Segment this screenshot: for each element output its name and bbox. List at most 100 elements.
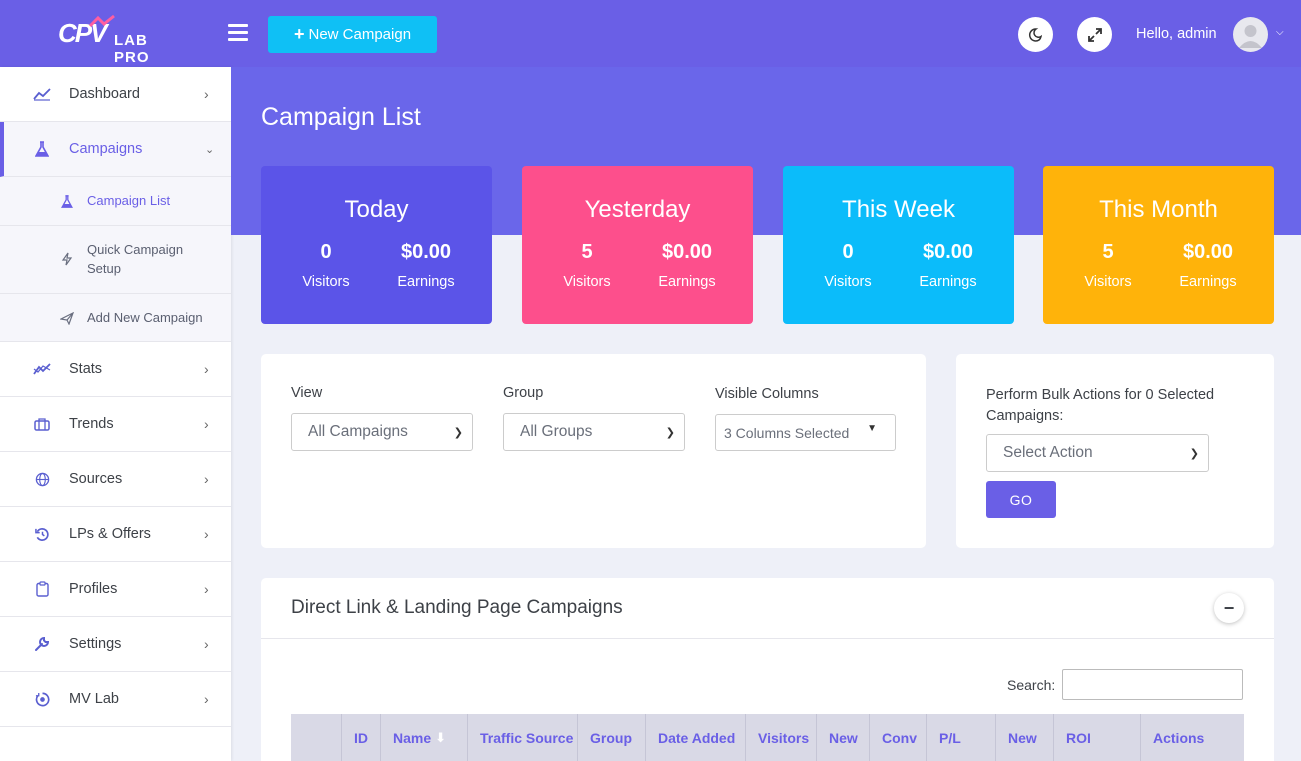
view-select[interactable]: All Campaigns ❯	[291, 413, 473, 451]
menu-icon[interactable]	[228, 24, 248, 42]
chevron-down-icon[interactable]: ⌵	[1276, 27, 1284, 38]
stat-earnings-value: $0.00	[400, 241, 452, 263]
sidebar-item-label: Campaigns	[69, 141, 143, 157]
stat-earnings-label: Earnings	[1179, 274, 1237, 290]
column-header-select[interactable]	[291, 714, 342, 761]
group-select[interactable]: All Groups ❯	[503, 413, 685, 451]
stat-earnings-label: Earnings	[658, 274, 716, 290]
sidebar-subitem-campaign-list[interactable]: Campaign List	[0, 177, 231, 226]
chevron-right-icon: ›	[204, 471, 209, 487]
sidebar-item-stats[interactable]: Stats ›	[0, 342, 231, 397]
sidebar-item-lps-offers[interactable]: LPs & Offers ›	[0, 507, 231, 562]
column-header-visitors[interactable]: Visitors	[746, 714, 817, 761]
sidebar-item-label: LPs & Offers	[69, 526, 151, 542]
stat-earnings-value: $0.00	[661, 241, 713, 263]
sidebar-item-trends[interactable]: Trends ›	[0, 397, 231, 452]
stat-earnings-label: Earnings	[919, 274, 977, 290]
sidebar-item-label: Profiles	[69, 581, 118, 597]
visible-columns-dropdown[interactable]: 3 Columns Selected ▼	[715, 414, 896, 451]
sidebar-subitem-add-new-campaign[interactable]: Add New Campaign	[0, 294, 231, 342]
go-button[interactable]: GO	[986, 481, 1056, 518]
sidebar-item-profiles[interactable]: Profiles ›	[0, 562, 231, 617]
sidebar-item-label: Sources	[69, 471, 123, 487]
stat-visitors-value: 5	[581, 241, 593, 263]
column-header-conv[interactable]: Conv	[870, 714, 927, 761]
flask-icon	[33, 140, 51, 158]
sort-down-icon: ⬇	[435, 729, 447, 745]
sidebar-item-label: MV Lab	[69, 691, 119, 707]
sidebar-item-campaigns[interactable]: Campaigns ⌄	[0, 122, 231, 177]
stat-visitors-label: Visitors	[302, 274, 350, 290]
user-avatar[interactable]	[1233, 17, 1268, 52]
stat-visitors-label: Visitors	[1084, 274, 1132, 290]
column-header-name[interactable]: Name ⬇	[381, 714, 468, 761]
column-header-actions[interactable]: Actions	[1141, 714, 1244, 761]
sidebar-item-sources[interactable]: Sources ›	[0, 452, 231, 507]
column-header-group[interactable]: Group	[578, 714, 646, 761]
moon-icon	[1028, 27, 1042, 42]
history-icon	[33, 525, 51, 543]
column-header-roi[interactable]: ROI	[1054, 714, 1141, 761]
stat-earnings-label: Earnings	[397, 274, 455, 290]
expand-icon	[1087, 27, 1102, 42]
column-header-pl[interactable]: P/L	[927, 714, 996, 761]
wrench-icon	[33, 635, 51, 653]
greeting-text: Hello, admin	[1136, 26, 1217, 42]
column-header-id[interactable]: ID	[342, 714, 381, 761]
bolt-icon	[60, 252, 74, 266]
chevron-right-icon: ›	[204, 691, 209, 707]
stats-icon	[33, 360, 51, 378]
chevron-right-icon: ›	[204, 636, 209, 652]
sidebar-subitem-label: Quick Campaign Setup	[87, 242, 184, 276]
search-input[interactable]	[1062, 669, 1243, 700]
column-header-traffic-source[interactable]: Traffic Source	[468, 714, 578, 761]
flask-icon	[60, 194, 74, 208]
chevron-down-icon: ❯	[453, 427, 463, 439]
new-campaign-button[interactable]: + New Campaign	[268, 16, 437, 53]
bulk-action-select-value: Select Action	[1003, 444, 1093, 461]
stat-visitors-value: 0	[320, 241, 332, 263]
chevron-right-icon: ›	[204, 526, 209, 542]
stat-visitors-value: 5	[1102, 241, 1114, 263]
paper-plane-icon	[60, 311, 74, 325]
collapse-button[interactable]: −	[1214, 593, 1244, 623]
stat-visitors-value: 0	[842, 241, 854, 263]
fullscreen-toggle[interactable]	[1077, 17, 1112, 52]
bulk-action-select[interactable]: Select Action ❯	[986, 434, 1209, 472]
logo-chart-icon	[88, 14, 115, 28]
stat-earnings-value: $0.00	[922, 241, 974, 263]
sidebar-subitem-quick-campaign-setup[interactable]: Quick Campaign Setup	[0, 226, 231, 294]
chevron-right-icon: ›	[204, 86, 209, 102]
view-select-value: All Campaigns	[308, 423, 408, 440]
chevron-down-icon: ❯	[1189, 448, 1199, 460]
target-icon	[33, 690, 51, 708]
sidebar-item-label: Trends	[69, 416, 114, 432]
logo[interactable]: CPV LAB PRO	[58, 14, 188, 66]
group-select-value: All Groups	[520, 423, 593, 440]
column-header-date-added[interactable]: Date Added	[646, 714, 746, 761]
dark-mode-toggle[interactable]	[1018, 17, 1053, 52]
new-campaign-label: New Campaign	[308, 26, 412, 43]
chevron-down-icon: ❯	[665, 427, 675, 439]
column-header-new-2[interactable]: New	[996, 714, 1054, 761]
visible-columns-label: Visible Columns	[715, 386, 819, 402]
sidebar-item-label: Dashboard	[69, 86, 140, 102]
section-divider	[261, 638, 1274, 639]
chevron-down-icon: ⌄	[205, 143, 215, 156]
column-header-new[interactable]: New	[817, 714, 870, 761]
chevron-right-icon: ›	[204, 416, 209, 432]
briefcase-icon	[33, 415, 51, 433]
logo-sub-text: LAB PRO	[114, 32, 150, 66]
clipboard-icon	[33, 580, 51, 598]
stat-earnings-value: $0.00	[1182, 241, 1234, 263]
sidebar-item-mv-lab[interactable]: MV Lab ›	[0, 672, 231, 727]
sidebar-subitem-label: Campaign List	[87, 193, 171, 208]
chart-line-icon	[33, 85, 51, 103]
stat-visitors-label: Visitors	[563, 274, 611, 290]
globe-icon	[33, 470, 51, 488]
caret-down-icon: ▼	[867, 423, 877, 434]
sidebar-item-dashboard[interactable]: Dashboard ›	[0, 67, 231, 122]
user-icon	[1239, 25, 1262, 48]
sidebar-item-settings[interactable]: Settings ›	[0, 617, 231, 672]
stat-card-this-week: This Week 0 $0.00 Visitors Earnings	[783, 166, 1014, 324]
